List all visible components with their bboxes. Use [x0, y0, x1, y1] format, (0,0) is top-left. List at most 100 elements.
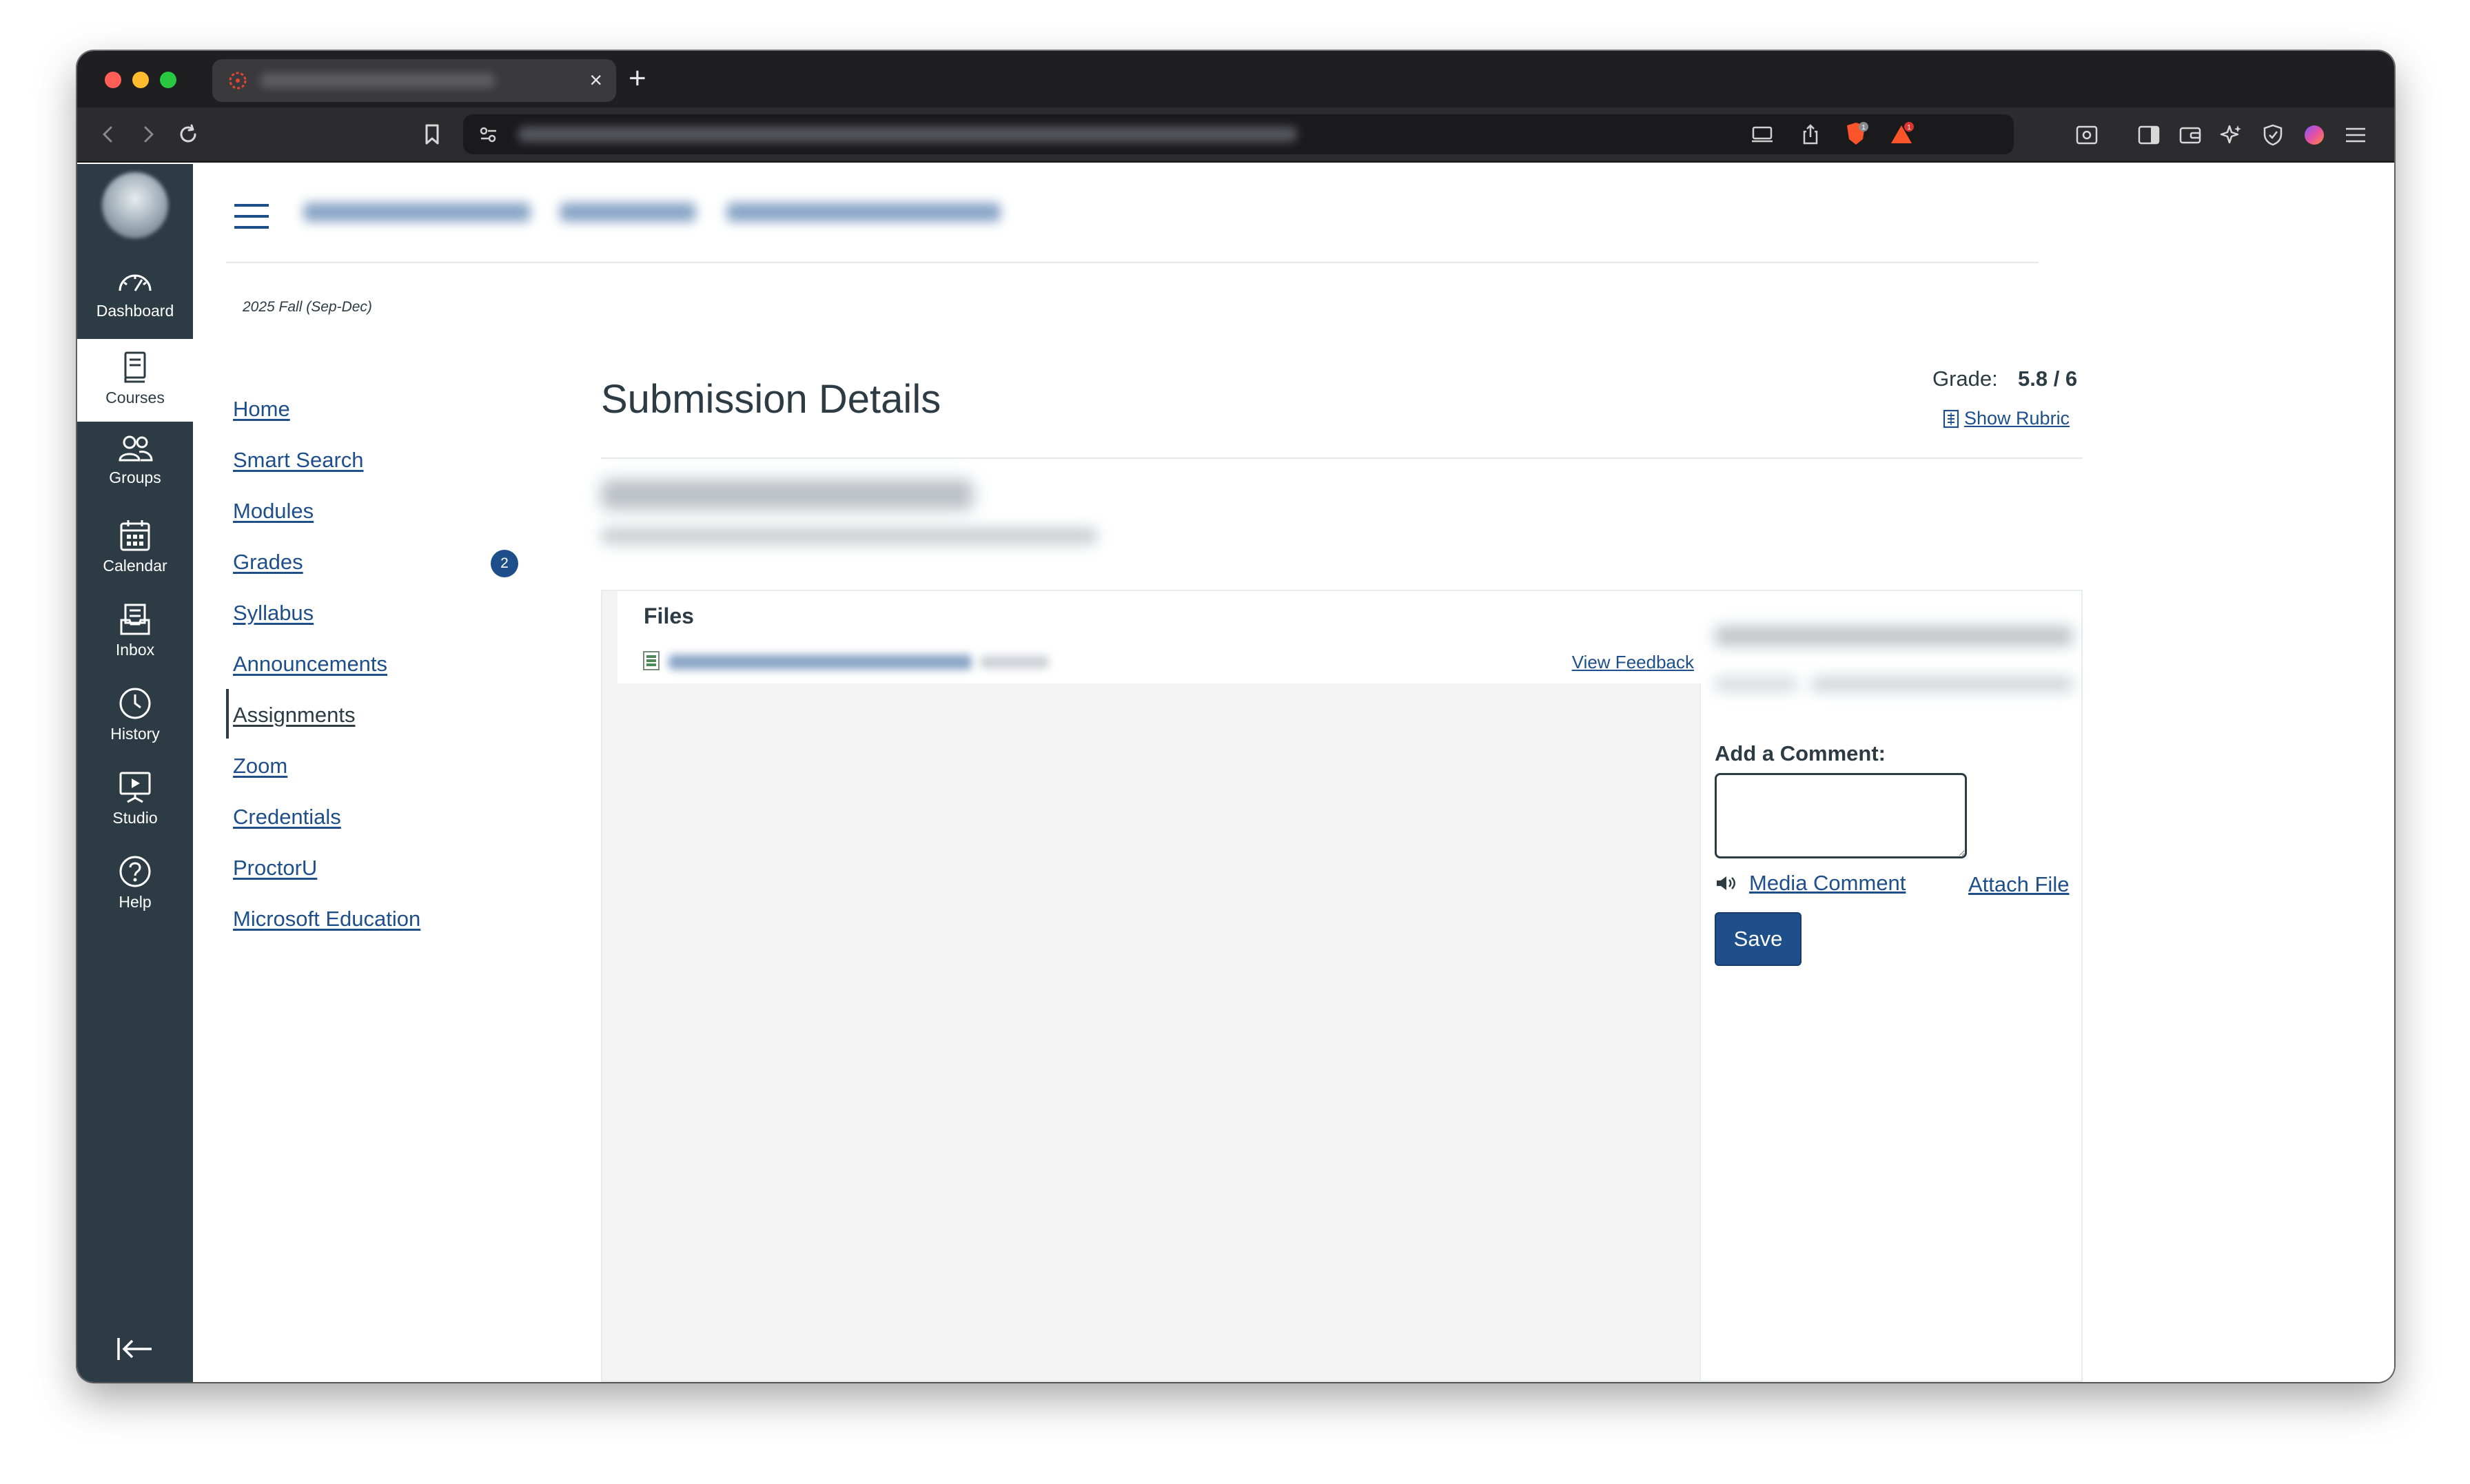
studio-icon	[119, 772, 151, 803]
global-nav-help[interactable]: Help	[77, 843, 193, 926]
global-nav-history[interactable]: History	[77, 675, 193, 758]
header-divider	[226, 262, 2039, 263]
course-nav-modules[interactable]: Modules	[233, 499, 314, 524]
shield-count: 1	[1861, 124, 1866, 132]
history-icon	[119, 688, 151, 719]
global-nav-courses[interactable]: Courses	[77, 339, 193, 422]
course-nav-credentials[interactable]: Credentials	[233, 805, 341, 829]
course-nav-assignments[interactable]: Assignments	[233, 703, 355, 728]
tab-bar: × +	[77, 51, 2394, 107]
url-text	[518, 127, 1297, 142]
calendar-icon	[120, 520, 150, 551]
help-icon	[119, 856, 151, 887]
reload-icon[interactable]	[171, 117, 205, 152]
course-nav-grades[interactable]: Grades	[233, 550, 303, 575]
course-nav-proctoru[interactable]: ProctorU	[233, 856, 317, 880]
browser-tab[interactable]: ×	[212, 59, 616, 102]
course-nav-microsoft-education[interactable]: Microsoft Education	[233, 907, 420, 931]
media-comment-link[interactable]: Media Comment	[1749, 871, 1906, 896]
attach-file-link[interactable]: Attach File	[1968, 872, 2069, 897]
collapse-nav-icon[interactable]	[116, 1335, 154, 1363]
inbox-icon	[120, 604, 150, 635]
reader-mode-icon[interactable]	[2070, 118, 2103, 152]
grade-label: Grade:	[1932, 367, 1998, 391]
comment-textarea[interactable]	[1715, 773, 1967, 858]
browser-toolbar: 1 1	[77, 107, 2394, 163]
add-comment-label: Add a Comment:	[1715, 741, 1886, 765]
global-nav-dashboard[interactable]: Dashboard	[77, 256, 193, 339]
courses-icon	[124, 351, 146, 383]
global-nav-label: Studio	[112, 809, 158, 827]
grade-value: 5.8 / 6	[2018, 367, 2078, 391]
global-nav-calendar[interactable]: Calendar	[77, 507, 193, 590]
dashboard-icon	[119, 274, 152, 291]
global-nav-label: Help	[119, 893, 152, 911]
global-nav-groups[interactable]: Groups	[77, 423, 193, 506]
share-icon[interactable]	[1796, 120, 1825, 149]
global-nav-label: Inbox	[115, 641, 155, 659]
global-navigation: Dashboard Courses Groups Calendar Inbox …	[77, 164, 193, 1382]
comments-panel: Add a Comment: Media Comment Attach File…	[1701, 590, 2083, 1382]
course-nav-zoom[interactable]: Zoom	[233, 754, 287, 779]
sidebar-icon[interactable]	[2132, 118, 2165, 152]
menu-icon[interactable]	[2339, 118, 2372, 152]
site-settings-icon[interactable]	[474, 120, 503, 149]
course-menu-icon[interactable]	[233, 203, 270, 230]
course-nav-announcements[interactable]: Announcements	[233, 652, 387, 677]
brave-rewards-icon[interactable]: 1	[1887, 120, 1916, 149]
files-panel: Files View Feedback	[601, 590, 1702, 1382]
groups-icon	[119, 435, 153, 462]
submission-info-redacted	[601, 528, 1097, 544]
show-rubric-link[interactable]: Show Rubric	[1942, 408, 2070, 429]
profile-icon[interactable]	[2298, 118, 2331, 152]
course-nav-smart-search[interactable]: Smart Search	[233, 448, 364, 473]
address-bar[interactable]: 1 1	[463, 114, 2014, 154]
global-nav-inbox[interactable]: Inbox	[77, 591, 193, 674]
course-nav-home[interactable]: Home	[233, 397, 290, 422]
bookmark-icon[interactable]	[415, 117, 449, 152]
global-nav-label: Calendar	[103, 557, 167, 575]
tab-title	[261, 73, 495, 88]
global-nav-studio[interactable]: Studio	[77, 759, 193, 842]
vpn-icon[interactable]	[2256, 118, 2289, 152]
file-icon	[643, 651, 660, 670]
close-window-button[interactable]	[105, 72, 121, 88]
minimize-window-button[interactable]	[132, 72, 149, 88]
global-nav-label: Groups	[109, 468, 161, 486]
breadcrumb-course[interactable]	[303, 203, 531, 222]
wallet-icon[interactable]	[2174, 118, 2207, 152]
files-header: Files View Feedback	[618, 591, 1702, 683]
back-icon[interactable]	[91, 117, 125, 152]
browser-window: × + 1 1 Dashboard Courses Groups Calenda…	[77, 51, 2394, 1382]
view-feedback-link[interactable]: View Feedback	[1572, 652, 1694, 673]
global-nav-label: Courses	[105, 389, 165, 406]
speaker-icon	[1717, 876, 1735, 890]
global-nav-label: Dashboard	[96, 302, 174, 320]
breadcrumb-assignment[interactable]	[726, 203, 1001, 222]
save-button[interactable]: Save	[1715, 912, 1802, 966]
rewards-count: 1	[1907, 124, 1911, 132]
tab-close-button[interactable]: ×	[589, 68, 602, 92]
comment-text-redacted	[1715, 626, 2073, 646]
file-link-redacted[interactable]	[668, 655, 972, 670]
maximize-window-button[interactable]	[160, 72, 176, 88]
assignment-name-redacted	[601, 480, 973, 510]
breadcrumb-assignments[interactable]	[560, 203, 696, 222]
page-content: 2025 Fall (Sep-Dec) Home Smart Search Mo…	[193, 164, 2394, 1382]
grades-count-badge: 2	[491, 550, 518, 577]
cast-icon[interactable]	[1748, 120, 1777, 149]
global-nav-label: History	[110, 725, 160, 743]
canvas-favicon-icon	[229, 72, 247, 90]
brave-shield-icon[interactable]: 1	[1841, 120, 1870, 149]
page-title: Submission Details	[601, 377, 941, 422]
forward-icon[interactable]	[131, 117, 165, 152]
comment-date-redacted	[1811, 677, 2073, 692]
show-rubric-label: Show Rubric	[1964, 408, 2070, 429]
user-avatar[interactable]	[102, 172, 168, 238]
new-tab-button[interactable]: +	[629, 59, 646, 98]
title-divider	[601, 457, 2083, 459]
file-size-redacted	[980, 656, 1049, 668]
leo-ai-icon[interactable]	[2215, 118, 2248, 152]
active-nav-indicator	[226, 689, 229, 739]
course-nav-syllabus[interactable]: Syllabus	[233, 601, 314, 626]
